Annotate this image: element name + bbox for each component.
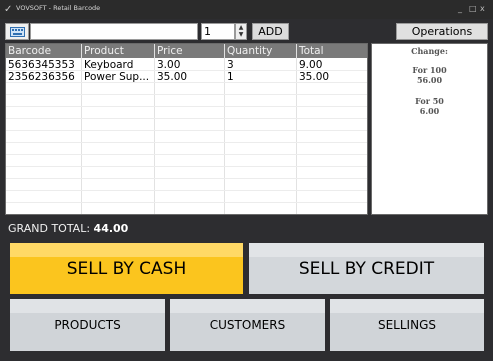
column-header-total[interactable]: Total [299,44,324,58]
spin-down-icon[interactable]: ▼ [237,31,245,38]
keyboard-button[interactable] [5,23,29,40]
row-divider [6,142,367,143]
change-value-50: 6.00 [419,106,440,116]
operations-button[interactable]: Operations [396,23,488,40]
sellings-button[interactable]: SELLINGS [330,299,484,351]
table-row[interactable]: 2356236356 Power Sup... 35.00 1 35.00 [6,71,367,83]
sell-by-cash-button[interactable]: SELL BY CASH [10,243,243,294]
cell-total: 35.00 [299,71,330,83]
cell-price: 3.00 [157,59,181,71]
cell-quantity: 1 [227,71,234,83]
add-button[interactable]: ADD [252,23,289,40]
row-divider [6,94,367,95]
quantity-input[interactable]: 1 [201,23,235,40]
minimize-button[interactable]: _ [458,4,462,14]
grand-total-label: GRAND TOTAL: [8,222,91,235]
change-label-50: For 50 [415,96,444,106]
barcode-input[interactable] [30,23,198,40]
close-button[interactable]: x [480,4,485,14]
change-value-100: 56.00 [416,75,443,85]
quantity-spinner[interactable]: ▲ ▼ [235,23,247,40]
change-heading: Change: [411,46,448,56]
cell-price: 35.00 [157,71,188,83]
products-button[interactable]: PRODUCTS [10,299,165,351]
column-header-price[interactable]: Price [157,44,183,58]
cell-barcode: 2356236356 [8,71,75,83]
row-divider [6,166,367,167]
cell-product: Power Sup... [84,71,150,83]
row-divider [6,190,367,191]
cell-total: 9.00 [299,59,323,71]
column-header-barcode[interactable]: Barcode [8,44,51,58]
row-divider [6,130,367,131]
keyboard-icon [10,27,25,37]
grand-total-value: 44.00 [93,222,129,235]
change-panel: Change: For 100 56.00 For 50 6.00 [371,43,488,215]
spin-up-icon[interactable]: ▲ [237,24,245,31]
grand-total: GRAND TOTAL: 44.00 [8,222,128,235]
row-divider [6,154,367,155]
maximize-button[interactable]: □ [469,4,477,14]
cell-barcode: 5636345353 [8,59,75,71]
window-title: VOVSOFT - Retail Barcode [16,4,101,12]
change-label-100: For 100 [412,65,447,75]
row-divider [6,106,367,107]
toolbar: 1 ▲ ▼ ADD Operations [0,21,493,42]
table-header: Barcode Product Price Quantity Total [6,44,367,58]
sell-by-credit-button[interactable]: SELL BY CREDIT [249,243,484,294]
app-window: ✓ VOVSOFT - Retail Barcode _ □ x 1 ▲ ▼ A… [0,0,493,361]
customers-button[interactable]: CUSTOMERS [170,299,325,351]
items-table[interactable]: Barcode Product Price Quantity Total 563… [5,43,368,215]
row-divider [6,202,367,203]
column-header-quantity[interactable]: Quantity [227,44,272,58]
cell-product: Keyboard [84,59,134,71]
row-divider [6,118,367,119]
column-header-product[interactable]: Product [84,44,124,58]
cell-quantity: 3 [227,59,234,71]
title-bar: ✓ VOVSOFT - Retail Barcode _ □ x [0,0,493,19]
table-row[interactable]: 5636345353 Keyboard 3.00 3 9.00 [6,59,367,71]
row-divider [6,178,367,179]
app-logo-icon: ✓ [4,4,13,15]
